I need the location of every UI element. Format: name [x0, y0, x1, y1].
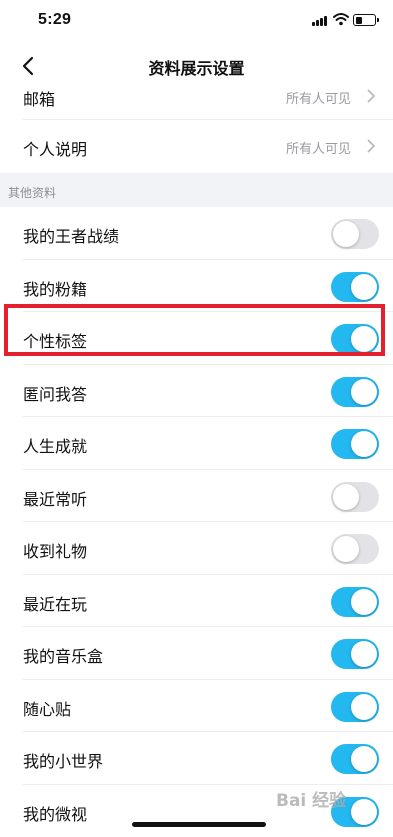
toggle-label: 人生成就	[23, 433, 87, 457]
toggle-knob	[351, 799, 377, 825]
status-time: 5:29	[38, 11, 71, 29]
toggle-row[interactable]: 我的粉籍	[0, 260, 393, 313]
toggle-knob	[351, 694, 377, 720]
toggle-label: 最近在玩	[23, 591, 87, 615]
toggle-row[interactable]: 我的音乐盒	[0, 627, 393, 680]
toggle-label: 我的小世界	[23, 748, 103, 772]
row-label: 个人说明	[23, 136, 87, 160]
toggle-row[interactable]: 个性标签	[0, 312, 393, 365]
toggle-switch[interactable]	[331, 534, 379, 564]
toggle-label: 收到礼物	[23, 538, 87, 562]
toggle-row[interactable]: 我的王者战绩	[0, 207, 393, 260]
toggle-knob	[333, 536, 359, 562]
toggle-switch[interactable]	[331, 639, 379, 669]
toggle-label: 匿问我答	[23, 381, 87, 405]
toggle-knob	[333, 221, 359, 247]
toggle-label: 我的粉籍	[23, 276, 87, 300]
toggle-knob	[351, 431, 377, 457]
toggle-label: 我的音乐盒	[23, 643, 103, 667]
toggle-row[interactable]: 随心贴	[0, 680, 393, 733]
toggle-switch[interactable]	[331, 482, 379, 512]
toggle-switch[interactable]	[331, 744, 379, 774]
toggle-label: 我的微视	[23, 801, 87, 825]
toggle-knob	[351, 746, 377, 772]
section-header: 其他资料	[0, 173, 393, 207]
wifi-icon	[333, 12, 349, 26]
toggle-row[interactable]: 最近常听	[0, 470, 393, 523]
toggle-knob	[351, 589, 377, 615]
nav-bar: 资料展示设置	[0, 44, 393, 88]
page-title: 资料展示设置	[0, 55, 393, 79]
setting-row-email[interactable]: 邮箱 所有人可见	[0, 88, 393, 120]
chevron-right-icon	[366, 89, 376, 103]
toggle-row[interactable]: 我的小世界	[0, 732, 393, 785]
setting-row-bio[interactable]: 个人说明 所有人可见	[0, 120, 393, 173]
toggle-row[interactable]: 人生成就	[0, 417, 393, 470]
row-label: 邮箱	[23, 86, 55, 110]
signal-icon	[312, 16, 328, 26]
toggle-label: 个性标签	[23, 328, 87, 352]
toggle-knob	[351, 274, 377, 300]
toggle-label: 我的王者战绩	[23, 223, 119, 247]
toggle-row[interactable]: 收到礼物	[0, 522, 393, 575]
toggle-switch[interactable]	[331, 587, 379, 617]
chevron-right-icon	[366, 139, 376, 153]
toggle-switch[interactable]	[331, 324, 379, 354]
toggle-knob	[351, 326, 377, 352]
toggle-switch[interactable]	[331, 377, 379, 407]
toggle-switch[interactable]	[331, 219, 379, 249]
toggle-row[interactable]: 最近在玩	[0, 575, 393, 628]
section-title: 其他资料	[8, 184, 56, 201]
toggle-switch[interactable]	[331, 429, 379, 459]
toggle-label: 随心贴	[23, 696, 71, 720]
home-indicator	[132, 822, 266, 827]
toggle-switch[interactable]	[331, 272, 379, 302]
toggle-knob	[351, 641, 377, 667]
toggle-knob	[333, 484, 359, 510]
toggle-row[interactable]: 匿问我答	[0, 365, 393, 418]
watermark: Bai 经验	[276, 786, 346, 811]
row-value: 所有人可见	[286, 88, 351, 107]
toggle-switch[interactable]	[331, 692, 379, 722]
row-value: 所有人可见	[286, 138, 351, 157]
toggle-knob	[351, 379, 377, 405]
toggle-label: 最近常听	[23, 486, 87, 510]
status-bar: 5:29	[0, 0, 393, 44]
battery-icon	[353, 14, 376, 26]
